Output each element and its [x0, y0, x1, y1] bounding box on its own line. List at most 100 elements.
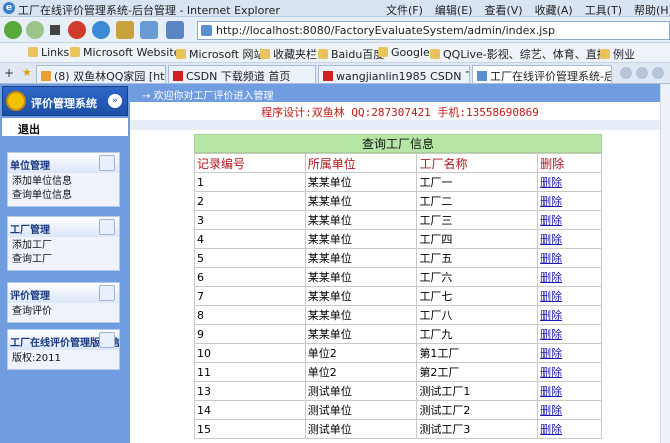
table-row: 3 某某单位 工厂三 删除	[194, 210, 602, 230]
tab-back-icon[interactable]	[620, 67, 632, 79]
link-query-unit[interactable]: 查询单位信息	[12, 189, 119, 203]
cell-factory-name: 工厂二	[416, 191, 539, 211]
cell-delete: 删除	[537, 210, 602, 230]
fav-google[interactable]: Google	[378, 46, 430, 59]
cell-factory-name: 工厂五	[416, 248, 539, 268]
table-row: 11 单位2 第2工厂 删除	[194, 362, 602, 382]
fav-qqlive[interactable]: QQLive-影视、综艺、体育、直播，...	[430, 46, 600, 62]
window-title: 工厂在线评价管理系统-后台管理 - Internet Explorer	[18, 4, 280, 17]
delete-link[interactable]: 删除	[540, 366, 562, 379]
google-icon	[378, 47, 388, 57]
folder-icon	[28, 47, 38, 57]
cell-record-id: 1	[194, 172, 306, 192]
delete-link[interactable]: 删除	[540, 195, 562, 208]
address-bar[interactable]: http://localhost:8080/FactoryEvaluateSys…	[197, 21, 670, 40]
fav-bar-folder[interactable]: 收藏夹栏	[260, 46, 317, 62]
delete-link[interactable]: 删除	[540, 252, 562, 265]
cell-record-id: 13	[194, 381, 306, 401]
cell-unit: 测试单位	[304, 419, 418, 439]
cell-record-id: 9	[194, 324, 306, 344]
address-url[interactable]: http://localhost:8080/FactoryEvaluateSys…	[216, 24, 555, 37]
tab-forward-icon[interactable]	[636, 67, 648, 79]
cell-record-id: 3	[194, 210, 306, 230]
delete-link[interactable]: 删除	[540, 233, 562, 246]
logo-pot-icon	[6, 91, 26, 111]
tab-site-icon	[477, 71, 487, 81]
cell-factory-name: 第2工厂	[416, 362, 539, 382]
copyright-text: 版权:2011	[12, 353, 61, 364]
delete-link[interactable]: 删除	[540, 385, 562, 398]
table-title: 查询工厂信息	[194, 134, 602, 153]
tab-csdn[interactable]: CSDN 下载频道 首页	[168, 65, 316, 83]
table-row: 6 某某单位 工厂六 删除	[194, 267, 602, 287]
cell-delete: 删除	[537, 172, 602, 192]
home-icon[interactable]	[116, 21, 134, 39]
navigation-toolbar: http://localhost:8080/FactoryEvaluateSys…	[0, 17, 670, 43]
panel-edit-icon	[99, 219, 115, 235]
fav-microsoft-websites[interactable]: Microsoft Websites	[70, 46, 186, 59]
delete-link[interactable]: 删除	[540, 423, 562, 436]
vertical-scrollbar[interactable]	[660, 84, 670, 443]
cell-factory-name: 测试工厂1	[416, 381, 539, 401]
collapse-chevron-icon[interactable]: »	[108, 94, 122, 108]
delete-link[interactable]: 删除	[540, 214, 562, 227]
delete-link[interactable]: 删除	[540, 404, 562, 417]
favorites-bar: Links Microsoft Websites Microsoft 网站 收藏…	[0, 43, 670, 63]
panel-edit-icon	[99, 285, 115, 301]
tab-csdn-download[interactable]: wangjianlin1985 CSDN 下载...	[318, 65, 470, 83]
favorites-star-icon[interactable]: ★	[22, 66, 32, 79]
sidebar-logo: 评价管理系统 »	[2, 86, 128, 116]
fav-microsoft-cn[interactable]: Microsoft 网站	[176, 46, 265, 62]
print-icon[interactable]	[140, 21, 158, 39]
menu-edit[interactable]: 编辑(E)	[435, 4, 473, 17]
refresh-icon[interactable]	[92, 21, 110, 39]
table-row: 2 某某单位 工厂二 删除	[194, 191, 602, 211]
folder-icon	[318, 49, 328, 59]
stop-icon[interactable]	[68, 21, 86, 39]
fav-links[interactable]: Links	[28, 46, 69, 59]
page-icon	[201, 25, 212, 36]
link-add-factory[interactable]: 添加工厂	[12, 239, 119, 253]
panel-title: 单位管理	[10, 161, 50, 172]
folder-icon	[260, 49, 270, 59]
delete-link[interactable]: 删除	[540, 328, 562, 341]
cell-record-id: 10	[194, 343, 306, 363]
cell-unit: 某某单位	[304, 267, 418, 287]
fav-baidu[interactable]: Baidu百度	[318, 46, 384, 62]
tab-list-icon[interactable]	[652, 67, 664, 79]
table-row: 15 测试单位 测试工厂3 删除	[194, 419, 602, 439]
link-query-evaluation[interactable]: 查询评价	[12, 305, 119, 319]
cell-delete: 删除	[537, 191, 602, 211]
tab-factory-admin[interactable]: 工厂在线评价管理系统-后...	[472, 65, 612, 83]
menu-file[interactable]: 文件(F)	[386, 4, 423, 17]
panel-copyright: 工厂在线评价管理版权信息 版权:2011	[7, 329, 120, 370]
cell-delete: 删除	[537, 381, 602, 401]
delete-link[interactable]: 删除	[540, 309, 562, 322]
back-icon[interactable]	[4, 21, 22, 39]
tab-qq[interactable]: (8) 双鱼林QQ家园 [http://28...	[36, 65, 166, 83]
favorites-icon[interactable]	[166, 21, 184, 39]
panel-evaluation-management: 评价管理 查询评价	[7, 282, 120, 323]
forward-icon[interactable]	[26, 21, 44, 39]
menu-favorites[interactable]: 收藏(A)	[535, 4, 573, 17]
cell-delete: 删除	[537, 324, 602, 344]
table-header-row: 记录编号 所属单位 工厂名称 删除	[194, 153, 602, 173]
menu-view[interactable]: 查看(V)	[484, 4, 522, 17]
delete-link[interactable]: 删除	[540, 176, 562, 189]
cell-delete: 删除	[537, 362, 602, 382]
delete-link[interactable]: 删除	[540, 347, 562, 360]
link-query-factory[interactable]: 查询工厂	[12, 253, 119, 267]
delete-link[interactable]: 删除	[540, 290, 562, 303]
dropdown-icon[interactable]	[50, 25, 60, 35]
panel-title: 工厂管理	[10, 225, 50, 236]
cell-factory-name: 工厂四	[416, 229, 539, 249]
menu-bar: 文件(F) 编辑(E) 查看(V) 收藏(A) 工具(T) 帮助(H)	[386, 2, 670, 18]
menu-tools[interactable]: 工具(T)	[585, 4, 622, 17]
link-add-unit[interactable]: 添加单位信息	[12, 175, 119, 189]
menu-help[interactable]: 帮助(H)	[634, 4, 670, 17]
fav-example[interactable]: 例业	[600, 46, 635, 62]
cell-unit: 某某单位	[304, 229, 418, 249]
logout-link[interactable]: 退出	[2, 118, 128, 136]
delete-link[interactable]: 删除	[540, 271, 562, 284]
add-tab-icon[interactable]: +	[4, 66, 14, 80]
